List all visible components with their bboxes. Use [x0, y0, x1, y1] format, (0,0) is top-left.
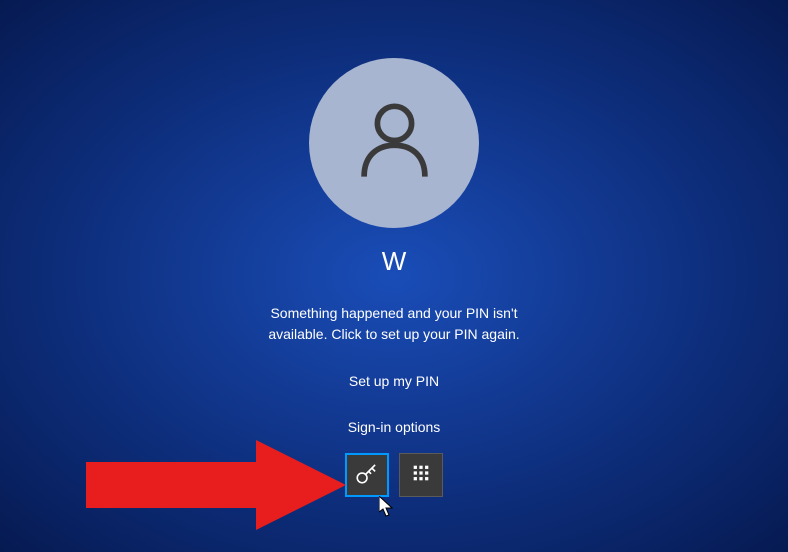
- pin-pad-icon: [408, 460, 434, 491]
- username-label: W: [382, 246, 407, 277]
- cursor-icon: [379, 496, 397, 523]
- setup-pin-link[interactable]: Set up my PIN: [349, 373, 439, 389]
- signin-options-row: [345, 453, 443, 497]
- key-icon: [354, 460, 380, 491]
- pin-error-message: Something happened and your PIN isn't av…: [268, 303, 519, 345]
- signin-option-password[interactable]: [345, 453, 389, 497]
- signin-options-label: Sign-in options: [348, 419, 441, 435]
- person-icon: [347, 93, 442, 193]
- user-avatar: [309, 58, 479, 228]
- annotation-arrow: [86, 440, 346, 535]
- signin-option-pin[interactable]: [399, 453, 443, 497]
